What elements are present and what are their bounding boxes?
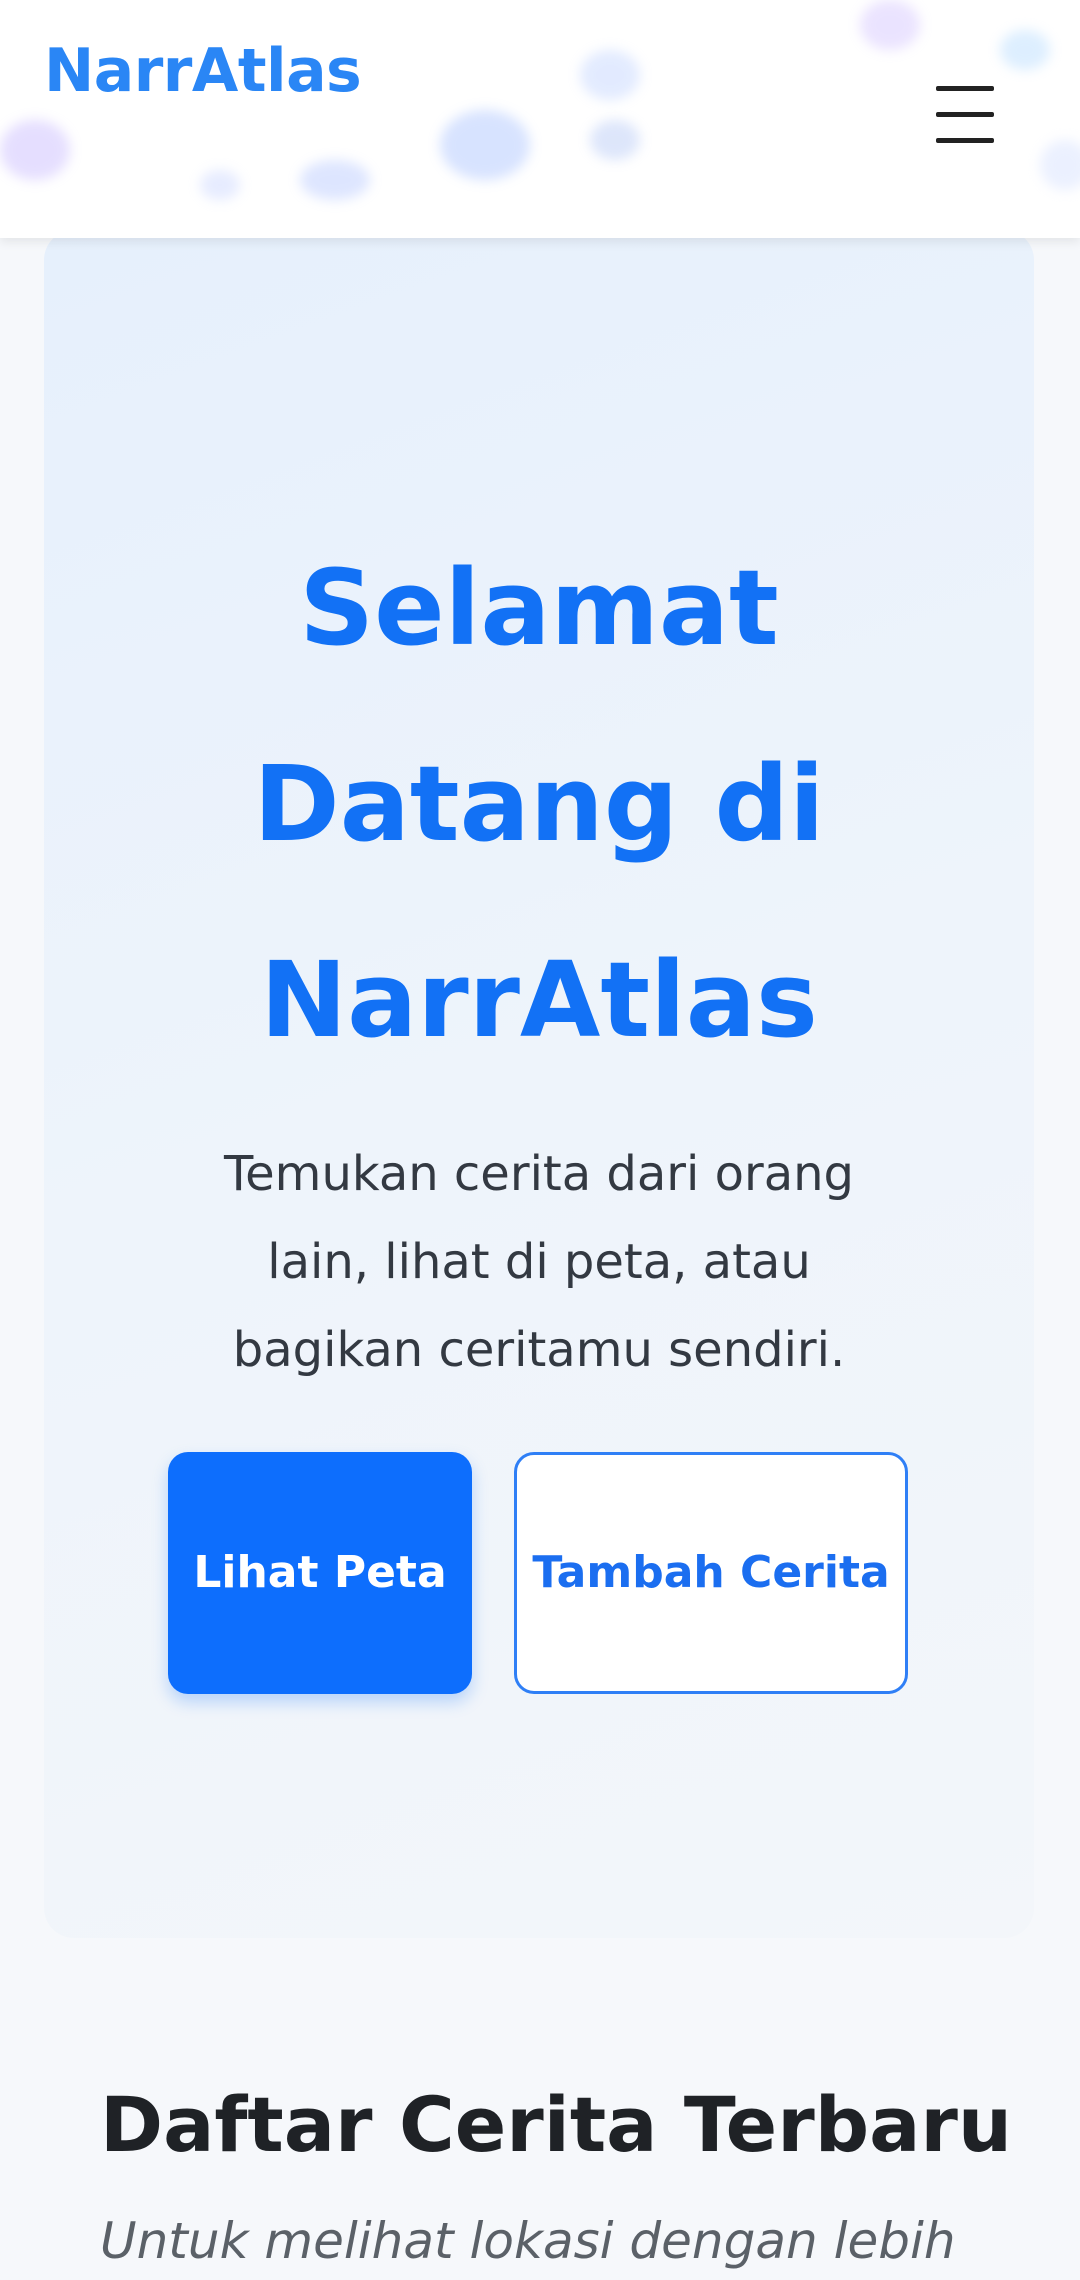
hero-title: Selamat Datang di NarrAtlas xyxy=(253,547,825,1061)
decorative-blob xyxy=(1000,30,1050,70)
decorative-blob xyxy=(300,160,370,200)
decorative-blob xyxy=(200,170,240,200)
decorative-blob xyxy=(1040,140,1080,190)
hero-subtitle: Temukan cerita dari orang lain, lihat di… xyxy=(223,1146,855,1378)
hamburger-menu-icon[interactable] xyxy=(930,80,1000,150)
decorative-blob xyxy=(440,110,530,180)
view-map-button[interactable]: Lihat Peta xyxy=(168,1452,472,1694)
add-story-button[interactable]: Tambah Cerita xyxy=(514,1452,908,1694)
hero-section: Selamat Datang di NarrAtlas Temukan ceri… xyxy=(44,230,1034,1938)
decorative-blob xyxy=(580,50,640,100)
view-map-button-label: Lihat Peta xyxy=(193,1547,447,1598)
top-navbar: NarrAtlas xyxy=(0,0,1080,238)
brand-logo-link[interactable]: NarrAtlas xyxy=(44,36,362,106)
menu-bar xyxy=(936,112,994,117)
menu-bar xyxy=(936,138,994,143)
menu-bar xyxy=(936,86,994,91)
page: NarrAtlas Selamat Datang di NarrAtlas Te… xyxy=(0,0,1080,2280)
add-story-button-label: Tambah Cerita xyxy=(532,1547,890,1598)
latest-stories-title: Daftar Cerita Terbaru xyxy=(100,2080,1012,2169)
decorative-blob xyxy=(860,0,920,50)
latest-stories-note: Untuk melihat lokasi dengan lebih xyxy=(100,2212,956,2270)
decorative-blob xyxy=(0,120,70,180)
decorative-blob xyxy=(590,120,640,160)
